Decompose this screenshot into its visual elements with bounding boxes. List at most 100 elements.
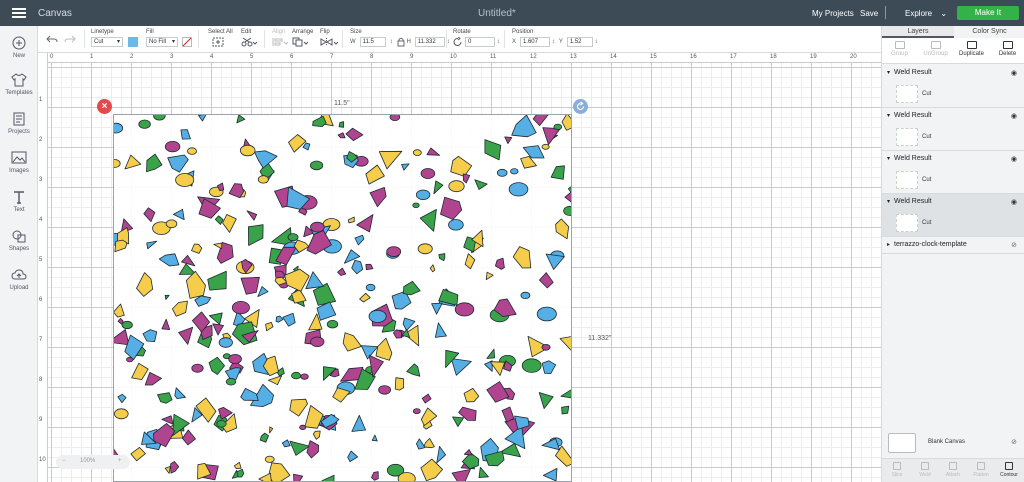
- eye-hidden-icon[interactable]: ⊘: [1011, 241, 1017, 249]
- terrazzo-chip: [310, 221, 325, 233]
- layer-group-weld-1[interactable]: ▾ Weld Result ◉ Cut: [882, 65, 1024, 108]
- edit-group[interactable]: Edit: [241, 29, 258, 49]
- align-group[interactable]: Align: [272, 29, 289, 49]
- terrazzo-chip: [431, 302, 443, 315]
- slice-button[interactable]: Slice: [884, 462, 910, 478]
- save-button[interactable]: Save: [860, 9, 878, 18]
- layer-template[interactable]: ▸ terrazzo-clock-template ⊘: [882, 237, 1024, 254]
- stepper-icon[interactable]: ↕: [497, 39, 500, 45]
- terrazzo-chip: [268, 462, 291, 481]
- make-it-button[interactable]: Make It: [957, 6, 1019, 20]
- flatten-button[interactable]: Flatten: [968, 462, 994, 478]
- ruler-top-number: 5: [250, 54, 254, 60]
- delete-handle-icon[interactable]: ×: [97, 99, 112, 114]
- terrazzo-chip: [392, 329, 403, 339]
- terrazzo-chip: [124, 154, 142, 170]
- weld-button[interactable]: Weld: [912, 462, 938, 478]
- blank-canvas-row[interactable]: Blank Canvas ⊘: [882, 428, 1024, 458]
- eye-icon[interactable]: ◉: [1011, 155, 1017, 163]
- rotate-handle-icon[interactable]: [573, 99, 588, 114]
- terrazzo-chip: [194, 295, 212, 307]
- linetype-select[interactable]: Cut ▾: [91, 37, 123, 47]
- chevron-down-icon[interactable]: ▾: [887, 112, 890, 119]
- y-input[interactable]: 1.52: [566, 37, 593, 47]
- duplicate-button[interactable]: Duplicate: [954, 41, 989, 57]
- terrazzo-chip: [281, 439, 291, 448]
- ungroup-button[interactable]: UnGroup: [918, 41, 953, 57]
- rail-new[interactable]: New: [0, 36, 38, 59]
- terrazzo-chip: [146, 153, 163, 173]
- eye-icon[interactable]: ◉: [1011, 69, 1017, 77]
- terrazzo-chip: [402, 280, 421, 296]
- terrazzo-chip: [131, 362, 149, 381]
- height-input[interactable]: 11.332: [414, 37, 445, 47]
- layer-group-weld-2[interactable]: ▾ Weld Result ◉ Cut: [882, 108, 1024, 151]
- rotate-input[interactable]: 0: [464, 37, 495, 47]
- lock-icon[interactable]: [397, 37, 405, 47]
- terrazzo-chip: [429, 264, 436, 273]
- tab-color-sync[interactable]: Color Sync: [954, 26, 1024, 38]
- chevron-down-icon[interactable]: ▾: [887, 155, 890, 162]
- terrazzo-chip: [173, 208, 185, 220]
- document-title[interactable]: Untitled*: [478, 8, 516, 19]
- eye-icon[interactable]: ◉: [1011, 198, 1017, 206]
- terrazzo-chip: [207, 270, 227, 291]
- terrazzo-design[interactable]: [113, 114, 572, 482]
- chevron-down-icon[interactable]: ▾: [887, 198, 890, 205]
- position-group: Position X 1.607 ↕ Y 1.52 ↕: [512, 29, 600, 47]
- zoom-control: − 100% +: [56, 455, 130, 469]
- tab-layers[interactable]: Layers: [882, 26, 954, 38]
- arrange-group[interactable]: Arrange: [292, 29, 313, 49]
- terrazzo-chip: [560, 389, 571, 399]
- fill-value: No Fill: [149, 39, 167, 45]
- stepper-icon[interactable]: ↕: [390, 39, 393, 45]
- zoom-in-button[interactable]: +: [118, 458, 122, 464]
- delete-button[interactable]: Delete: [990, 41, 1024, 57]
- hamburger-menu-icon[interactable]: [12, 8, 26, 18]
- attach-button[interactable]: Attach: [940, 462, 966, 478]
- position-label: Position: [512, 29, 534, 35]
- rail-images[interactable]: Images: [0, 151, 38, 174]
- rail-upload[interactable]: Upload: [0, 268, 38, 291]
- my-projects-link[interactable]: My Projects: [812, 9, 854, 18]
- stepper-icon[interactable]: ↕: [447, 39, 450, 45]
- terrazzo-chip: [174, 387, 186, 400]
- fill-select[interactable]: No Fill ▾: [146, 37, 178, 47]
- rotate-icon: [453, 36, 462, 46]
- select-all-group[interactable]: Select All: [208, 29, 233, 49]
- flip-group[interactable]: Flip: [320, 29, 339, 49]
- panel-tabs: Layers Color Sync: [882, 26, 1024, 38]
- terrazzo-chip: [359, 292, 371, 303]
- terrazzo-chip: [553, 123, 563, 131]
- rail-projects[interactable]: Projects: [0, 112, 38, 135]
- rail-text[interactable]: Text: [0, 190, 38, 213]
- linetype-color-swatch[interactable]: [127, 37, 138, 47]
- rail-templates[interactable]: Templates: [0, 73, 38, 96]
- redo-button[interactable]: [64, 34, 76, 46]
- layer-name: Weld Result: [894, 155, 932, 162]
- terrazzo-chip: [236, 115, 246, 124]
- terrazzo-chip: [454, 302, 475, 317]
- undo-button[interactable]: [46, 34, 58, 46]
- contour-button[interactable]: Contour: [996, 462, 1022, 478]
- blank-canvas-swatch[interactable]: [888, 433, 916, 453]
- eye-hidden-icon[interactable]: ⊘: [1011, 438, 1017, 446]
- eye-icon[interactable]: ◉: [1011, 112, 1017, 120]
- chevron-down-icon: ⌄: [940, 9, 948, 18]
- layer-group-weld-3[interactable]: ▾ Weld Result ◉ Cut: [882, 151, 1024, 194]
- layer-group-weld-4[interactable]: ▾ Weld Result ◉ Cut: [882, 194, 1024, 237]
- width-input[interactable]: 11.5: [359, 37, 386, 47]
- group-button[interactable]: Group: [882, 41, 917, 57]
- chevron-down-icon[interactable]: ▾: [887, 69, 890, 76]
- stepper-icon[interactable]: ↕: [552, 39, 555, 45]
- x-input[interactable]: 1.607: [519, 37, 550, 47]
- chevron-right-icon[interactable]: ▸: [887, 241, 890, 248]
- ruler-left-number: 10: [39, 457, 46, 463]
- machine-select[interactable]: Explore ⌄: [905, 9, 947, 18]
- terrazzo-chip: [452, 416, 465, 427]
- no-fill-swatch-icon[interactable]: [181, 37, 192, 47]
- rail-shapes[interactable]: Shapes: [0, 229, 38, 252]
- stepper-icon[interactable]: ↕: [595, 39, 598, 45]
- zoom-out-button[interactable]: −: [62, 458, 66, 464]
- terrazzo-chip: [157, 392, 173, 404]
